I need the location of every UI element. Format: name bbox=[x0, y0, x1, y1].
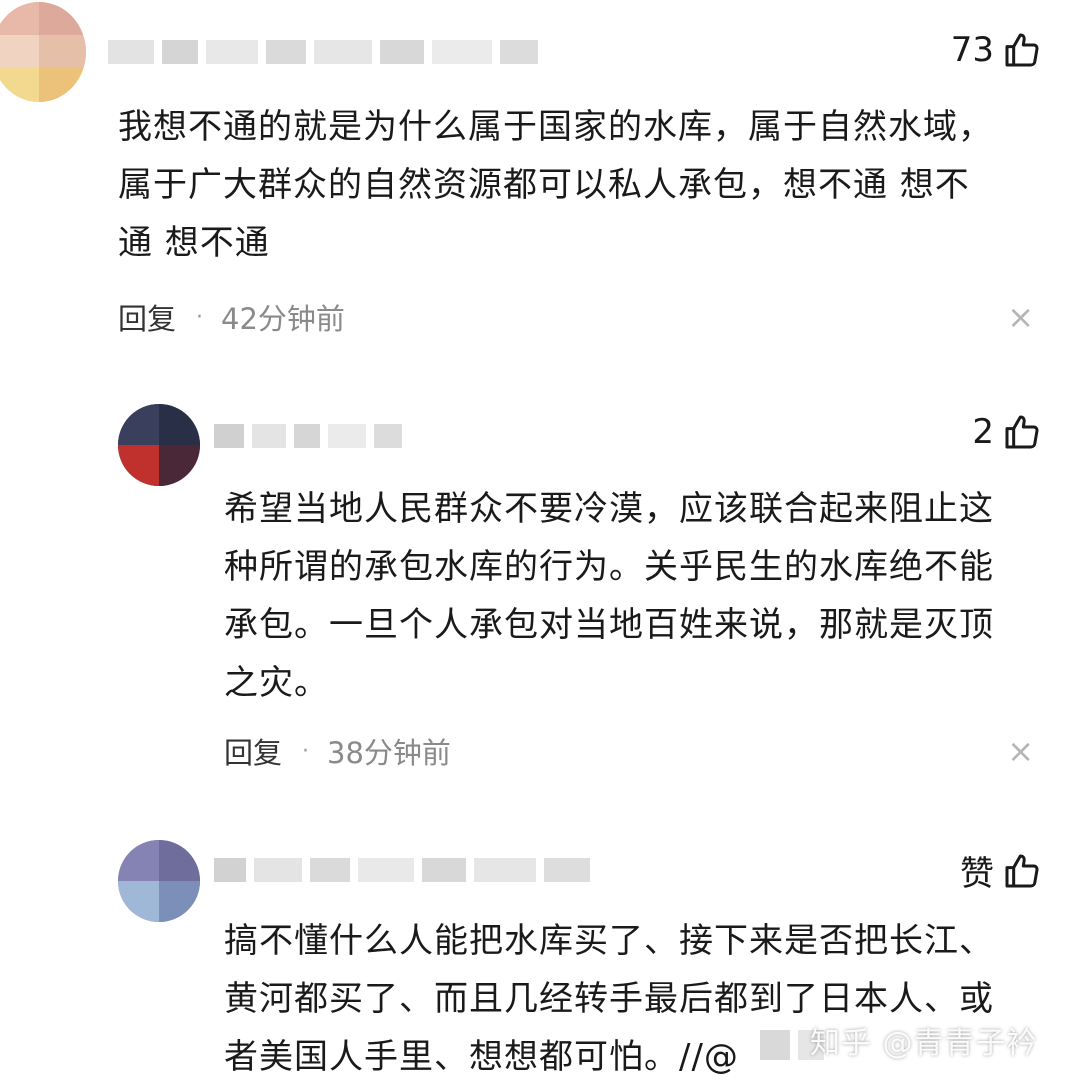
thumbs-up-icon bbox=[1005, 854, 1039, 888]
comment-meta: 回复 · 42分钟前 bbox=[118, 296, 345, 338]
username-blurred[interactable] bbox=[214, 424, 402, 448]
thumbs-up-icon bbox=[1005, 33, 1039, 67]
like-button[interactable]: 2 bbox=[972, 412, 1042, 452]
avatar[interactable] bbox=[118, 840, 200, 922]
comment-meta: 回复 · 38分钟前 bbox=[224, 730, 451, 772]
reply-button[interactable]: 回复 bbox=[224, 730, 282, 772]
avatar[interactable] bbox=[118, 404, 200, 486]
separator-dot: · bbox=[196, 304, 204, 330]
like-button[interactable]: 赞 bbox=[960, 846, 1042, 895]
timestamp: 42分钟前 bbox=[221, 302, 345, 336]
like-count: 赞 bbox=[960, 854, 994, 894]
comment-text: 我想不通的就是为什么属于国家的水库，属于自然水域， 属于广大群众的自然资源都可以… bbox=[118, 107, 993, 263]
comment-text: 希望当地人民群众不要冷漠，应该联合起来阻止这 种所谓的承包水库的行为。关乎民生的… bbox=[224, 489, 994, 703]
like-button[interactable]: 73 bbox=[951, 30, 1042, 70]
like-count: 73 bbox=[950, 30, 994, 70]
close-icon[interactable]: × bbox=[1007, 732, 1034, 770]
reply-button[interactable]: 回复 bbox=[118, 296, 176, 338]
username-blurred[interactable] bbox=[108, 40, 538, 64]
close-icon[interactable]: × bbox=[1007, 298, 1034, 336]
watermark: 知乎 @青青子衿 bbox=[810, 1026, 1038, 1061]
avatar[interactable] bbox=[0, 2, 86, 102]
username-blurred[interactable] bbox=[214, 858, 590, 882]
like-count: 2 bbox=[972, 412, 994, 452]
thumbs-up-icon bbox=[1005, 415, 1039, 449]
timestamp: 38分钟前 bbox=[327, 736, 451, 770]
separator-dot: · bbox=[302, 738, 310, 764]
